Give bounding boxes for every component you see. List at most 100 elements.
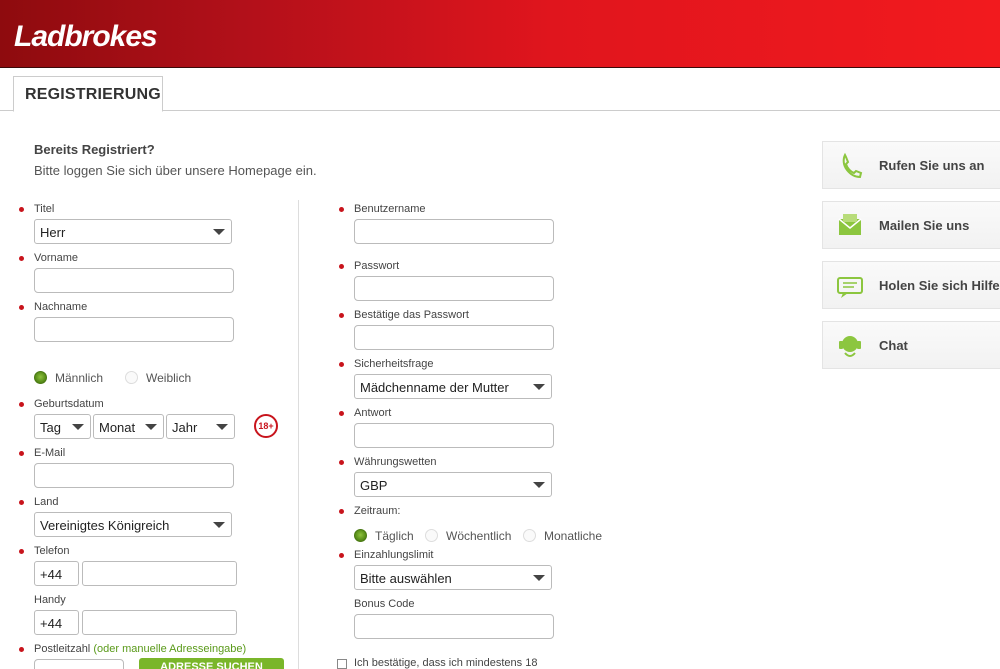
phone-prefix-input[interactable]: +44 — [34, 561, 79, 586]
chevron-down-icon — [206, 220, 231, 243]
required-marker — [339, 460, 344, 465]
confirm-password-input[interactable] — [354, 325, 554, 350]
required-marker — [339, 362, 344, 367]
dob-month-value: Monat — [99, 420, 136, 435]
dob-day-value: Tag — [40, 420, 61, 435]
title-select-value: Herr — [40, 225, 66, 240]
country-label: Land — [34, 496, 59, 508]
postcode-label-text: Postleitzahl — [34, 643, 91, 655]
last-name-input[interactable] — [34, 317, 234, 342]
gender-male-label: Männlich — [55, 371, 104, 385]
country-select-value: Vereinigtes Königreich — [40, 518, 170, 533]
chevron-down-icon — [526, 566, 551, 589]
message-icon — [835, 271, 865, 301]
chevron-down-icon — [65, 415, 90, 438]
period-daily-label: Täglich — [375, 529, 414, 543]
header-bar: Ladbrokes — [0, 0, 1000, 68]
title-label: Titel — [34, 203, 55, 215]
mobile-prefix-input[interactable]: +44 — [34, 610, 79, 635]
help-mail-us-label: Mailen Sie uns — [879, 218, 970, 233]
password-input[interactable] — [354, 276, 554, 301]
username-input[interactable] — [354, 219, 554, 244]
required-marker — [339, 264, 344, 269]
period-weekly-label: Wöchentlich — [446, 529, 512, 543]
security-question-select[interactable]: Mädchenname der Mutter — [354, 374, 552, 399]
title-select[interactable]: Herr — [34, 219, 232, 244]
deposit-limit-value: Bitte auswählen — [360, 571, 452, 586]
first-name-label: Vorname — [34, 252, 79, 264]
age-18-plus-icon: 18+ — [254, 414, 278, 438]
currency-label: Währungswetten — [354, 456, 437, 468]
dob-year-select[interactable]: Jahr — [166, 414, 235, 439]
country-select[interactable]: Vereinigtes Königreich — [34, 512, 232, 537]
required-marker — [19, 402, 24, 407]
manual-address-link[interactable]: (oder manuelle Adresseingabe) — [93, 643, 246, 655]
period-monthly-label: Monatliche — [544, 529, 603, 543]
period-daily-radio[interactable] — [354, 529, 367, 542]
mobile-label: Handy — [34, 594, 66, 606]
ladbrokes-logo[interactable]: Ladbrokes — [14, 20, 158, 54]
dob-month-select[interactable]: Monat — [93, 414, 164, 439]
period-label: Zeitraum: — [354, 505, 401, 517]
dob-label: Geburtsdatum — [34, 398, 104, 410]
required-marker — [19, 305, 24, 310]
answer-label: Antwort — [354, 407, 392, 419]
required-marker — [339, 553, 344, 558]
tab-registration[interactable]: REGISTRIERUNG — [13, 76, 163, 112]
email-label: E-Mail — [34, 447, 66, 459]
mobile-input[interactable] — [82, 610, 237, 635]
security-question-value: Mädchenname der Mutter — [360, 380, 509, 395]
bonus-code-label: Bonus Code — [354, 598, 415, 610]
required-marker — [19, 256, 24, 261]
email-field[interactable] — [34, 463, 234, 488]
chevron-down-icon — [526, 473, 551, 496]
envelope-icon — [835, 211, 865, 241]
column-divider — [298, 200, 299, 669]
help-get-help[interactable]: Holen Sie sich Hilfe — [822, 261, 1000, 309]
help-chat[interactable]: Chat — [822, 321, 1000, 369]
currency-select[interactable]: GBP — [354, 472, 552, 497]
period-monthly-radio[interactable] — [523, 529, 536, 542]
period-weekly-radio[interactable] — [425, 529, 438, 542]
age-confirm-label: Ich bestätige, dass ich mindestens 18 — [354, 657, 538, 669]
help-chat-label: Chat — [879, 338, 908, 353]
login-hint-text: Bitte loggen Sie sich über unsere Homepa… — [34, 163, 317, 178]
required-marker — [339, 207, 344, 212]
required-marker — [19, 647, 24, 652]
confirm-password-label: Bestätige das Passwort — [354, 309, 469, 321]
required-marker — [19, 549, 24, 554]
currency-select-value: GBP — [360, 478, 388, 493]
headset-icon — [835, 331, 865, 361]
password-label: Passwort — [354, 260, 400, 272]
deposit-limit-label: Einzahlungslimit — [354, 549, 434, 561]
chevron-down-icon — [526, 375, 551, 398]
gender-female-radio[interactable] — [125, 371, 138, 384]
phone-icon — [835, 151, 865, 181]
dob-day-select[interactable]: Tag — [34, 414, 91, 439]
already-registered-heading: Bereits Registriert? — [34, 142, 155, 157]
first-name-input[interactable] — [34, 268, 234, 293]
phone-label: Telefon — [34, 545, 70, 557]
chevron-down-icon — [209, 415, 234, 438]
age-confirm-checkbox[interactable] — [337, 659, 347, 669]
required-marker — [339, 411, 344, 416]
help-mail-us[interactable]: Mailen Sie uns — [822, 201, 1000, 249]
help-get-help-label: Holen Sie sich Hilfe — [879, 278, 1000, 293]
gender-male-radio[interactable] — [34, 371, 47, 384]
chevron-down-icon — [206, 513, 231, 536]
postcode-input[interactable] — [34, 659, 124, 669]
username-label: Benutzername — [354, 203, 426, 215]
security-question-label: Sicherheitsfrage — [354, 358, 434, 370]
required-marker — [339, 509, 344, 514]
required-marker — [19, 207, 24, 212]
address-search-button[interactable]: ADRESSE SUCHEN — [139, 658, 284, 669]
required-marker — [339, 313, 344, 318]
answer-input[interactable] — [354, 423, 554, 448]
deposit-limit-select[interactable]: Bitte auswählen — [354, 565, 552, 590]
bonus-code-input[interactable] — [354, 614, 554, 639]
help-call-us[interactable]: Rufen Sie uns an — [822, 141, 1000, 189]
last-name-label: Nachname — [34, 301, 88, 313]
dob-year-value: Jahr — [172, 420, 198, 435]
required-marker — [19, 500, 24, 505]
phone-input[interactable] — [82, 561, 237, 586]
